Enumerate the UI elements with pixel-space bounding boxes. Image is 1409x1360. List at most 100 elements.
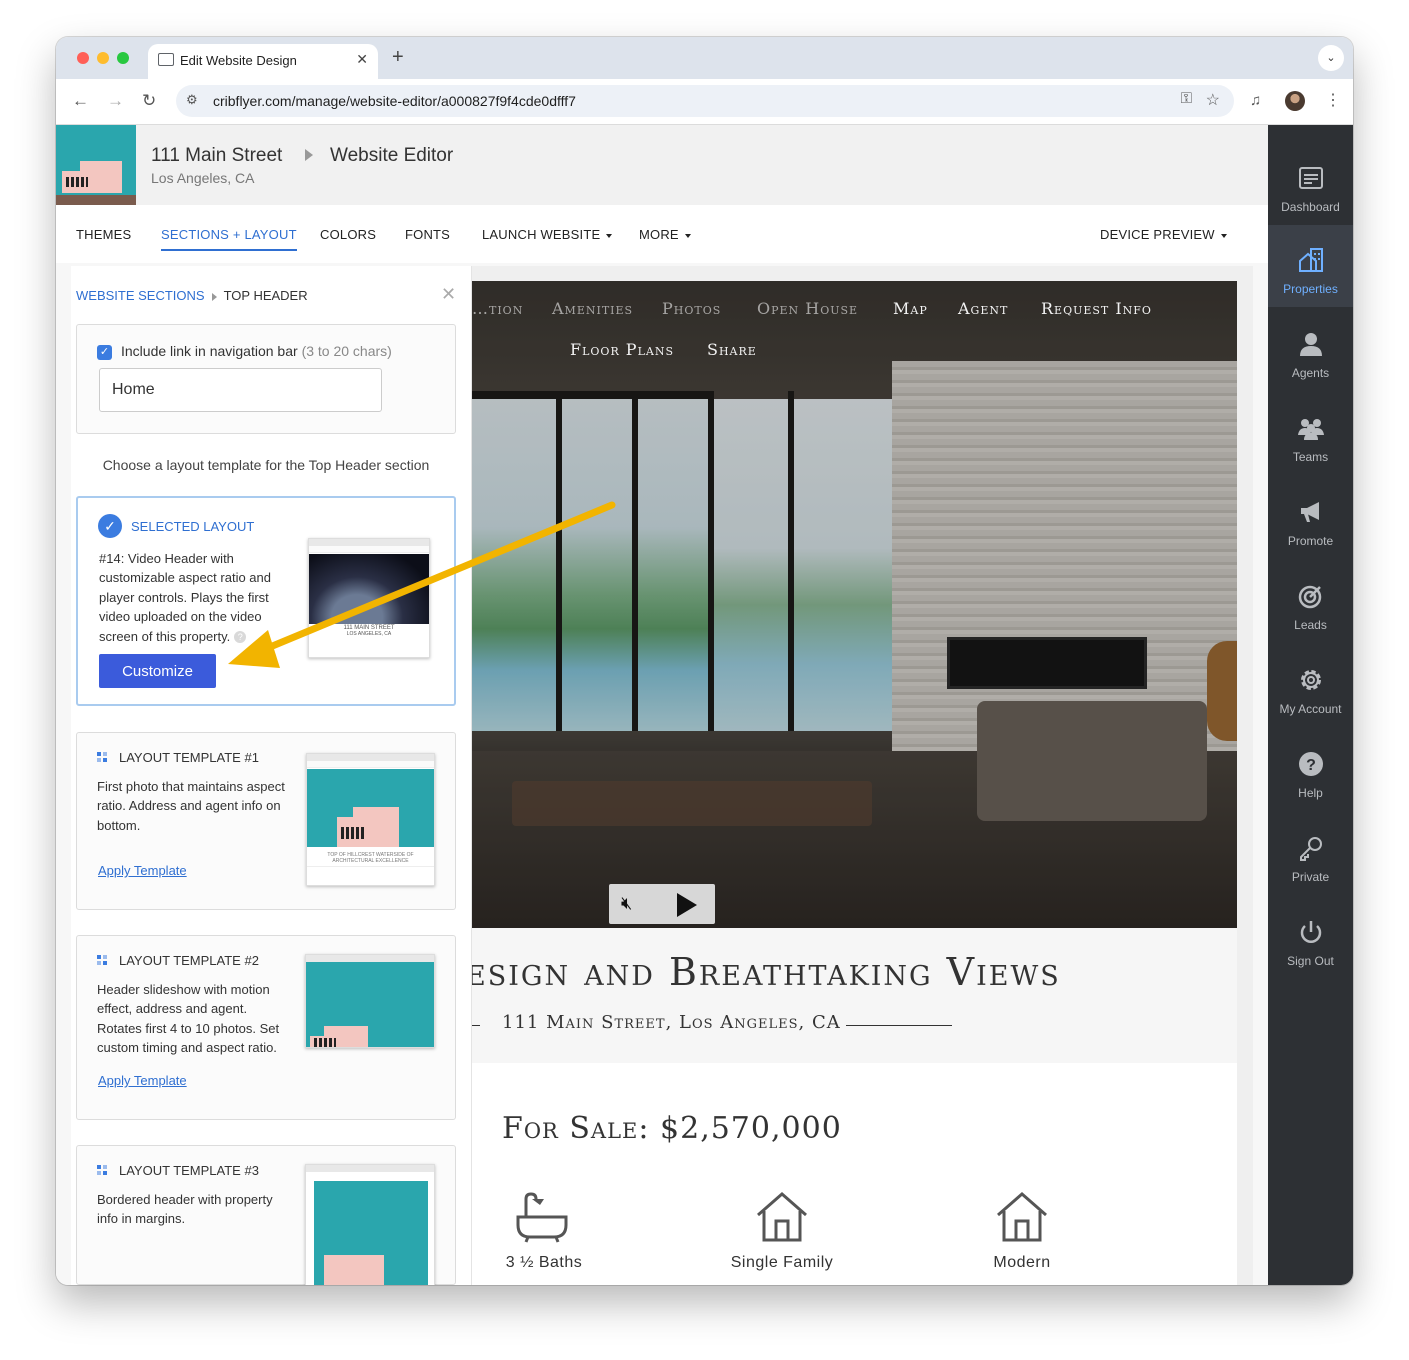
breadcrumb-arrow-icon <box>305 149 313 161</box>
breadcrumb-website-sections[interactable]: WEBSITE SECTIONS <box>76 288 205 303</box>
listing-price: For Sale: $2,570,000 <box>502 1111 842 1146</box>
close-window-button[interactable] <box>77 52 89 64</box>
forward-arrow-icon[interactable]: → <box>107 91 124 111</box>
thumb-house-windows <box>341 827 365 839</box>
apply-template-link[interactable]: Apply Template <box>98 863 187 878</box>
tab-more[interactable]: MORE <box>639 227 691 242</box>
reload-icon[interactable]: ↻ <box>142 91 156 111</box>
browser-tab[interactable]: Edit Website Design ✕ <box>148 44 378 79</box>
nav-link-checkbox-label[interactable]: Include link in navigation bar (3 to 20 … <box>121 343 392 359</box>
nav-link-hint: (3 to 20 chars) <box>301 343 392 359</box>
preview-nav-item[interactable]: Amenities <box>552 299 633 318</box>
apply-template-link[interactable]: Apply Template <box>98 1073 187 1088</box>
url-text[interactable]: cribflyer.com/manage/website-editor/a000… <box>213 93 576 109</box>
thumb-house-windows <box>66 177 88 187</box>
preview-nav-item[interactable]: Floor Plans <box>570 340 674 359</box>
sections-panel: WEBSITE SECTIONS TOP HEADER ✕ ✓ Include l… <box>71 266 472 1285</box>
panel-breadcrumb: WEBSITE SECTIONS TOP HEADER <box>76 288 308 303</box>
teams-icon <box>1298 419 1324 440</box>
hero-divider-left <box>472 1025 480 1026</box>
sidebar-item-sign-out[interactable]: Sign Out <box>1268 897 1353 979</box>
preview-nav-item[interactable]: Open House <box>757 299 858 318</box>
sidebar-item-label: My Account <box>1279 702 1342 716</box>
site-settings-icon[interactable]: ⚙ <box>186 92 198 108</box>
thumb-house-body <box>324 1255 384 1285</box>
nav-link-input[interactable] <box>99 368 382 412</box>
agent-icon <box>1300 333 1322 356</box>
device-preview-dropdown[interactable]: DEVICE PREVIEW <box>1100 227 1227 242</box>
browser-toolbar: ← → ↻ ⚙ cribflyer.com/manage/website-edi… <box>56 79 1353 125</box>
address-bar[interactable]: ⚙ cribflyer.com/manage/website-editor/a0… <box>176 85 1234 117</box>
page-header: 111 Main Street Website Editor Los Angel… <box>56 125 1268 205</box>
preview-nav-item[interactable]: …tion <box>472 299 523 318</box>
help-icon: ? <box>1299 752 1323 776</box>
hero-band: esign and Breathtaking Views 111 Main St… <box>472 928 1237 1063</box>
browser-menu-icon[interactable]: ⋮ <box>1325 90 1341 110</box>
media-control-icon[interactable]: ♫ <box>1250 92 1261 109</box>
new-tab-icon[interactable]: + <box>392 46 404 69</box>
customize-button[interactable]: Customize <box>99 654 216 688</box>
tab-launch-website[interactable]: LAUNCH WEBSITE <box>482 227 613 242</box>
house-icon <box>997 1192 1047 1242</box>
sidebar-item-private[interactable]: Private <box>1268 813 1353 895</box>
nav-link-checkbox[interactable]: ✓ <box>97 345 112 360</box>
play-icon[interactable] <box>677 893 697 917</box>
sidebar-item-label: Help <box>1298 786 1323 800</box>
tab-colors[interactable]: COLORS <box>320 227 376 242</box>
layout-template-description: Bordered header with property info in ma… <box>97 1192 273 1227</box>
help-icon[interactable]: ? <box>234 631 247 644</box>
back-arrow-icon[interactable]: ← <box>72 91 89 111</box>
sidebar-item-agents[interactable]: Agents <box>1268 309 1353 391</box>
tab-themes[interactable]: THEMES <box>76 227 131 242</box>
property-thumbnail[interactable] <box>56 125 136 205</box>
breadcrumb-separator-icon <box>211 292 217 301</box>
thumb-house-windows <box>314 1038 336 1047</box>
header-video[interactable]: …tion Amenities Photos Open House Map Ag… <box>472 281 1237 928</box>
profile-avatar[interactable] <box>1285 91 1305 111</box>
sidebar-item-dashboard[interactable]: Dashboard <box>1268 143 1353 225</box>
layout-template-3-card: LAYOUT TEMPLATE #3 Bordered header with … <box>76 1145 456 1285</box>
thumb-photo <box>307 769 434 847</box>
property-name[interactable]: 111 Main Street <box>151 145 282 167</box>
website-preview: …tion Amenities Photos Open House Map Ag… <box>472 281 1237 1285</box>
hero-address: 111 Main Street, Los Angeles, CA <box>502 1012 841 1033</box>
thumb-house-roof <box>324 1026 368 1036</box>
thumb-browser-bar <box>306 1165 434 1172</box>
mute-icon[interactable]: 🔇︎ <box>621 893 632 914</box>
maximize-window-button[interactable] <box>117 52 129 64</box>
password-key-icon[interactable]: ⚿ <box>1181 90 1192 107</box>
target-icon <box>1298 585 1322 609</box>
preview-nav-item[interactable]: Request Info <box>1041 299 1152 318</box>
tab-search-chevron-icon[interactable]: ⌄ <box>1318 45 1344 71</box>
sidebar-item-label: Properties <box>1283 282 1338 296</box>
breadcrumb-top-header: TOP HEADER <box>223 288 308 303</box>
layout-template-title: LAYOUT TEMPLATE #2 <box>119 953 259 968</box>
sidebar-item-help[interactable]: ? Help <box>1268 729 1353 811</box>
selected-layout-description-text: #14: Video Header with customizable aspe… <box>99 551 271 644</box>
sidebar-item-properties[interactable]: Properties <box>1268 225 1353 307</box>
close-panel-icon[interactable]: ✕ <box>441 284 456 305</box>
layout-grid-icon <box>97 955 107 966</box>
close-tab-icon[interactable]: ✕ <box>356 51 368 68</box>
layout-template-3-thumbnail <box>305 1164 435 1285</box>
page-title: Website Editor <box>330 145 454 166</box>
layout-grid-icon <box>97 1165 107 1176</box>
house-icon <box>757 1192 807 1242</box>
thumb-caption: TOP OF HILLCREST WATERSIDE OF ARCHITECTU… <box>327 852 414 864</box>
preview-nav-item[interactable]: Agent <box>958 299 1008 318</box>
caret-down-icon <box>1220 233 1227 238</box>
tab-fonts[interactable]: FONTS <box>405 227 450 242</box>
bookmark-star-icon[interactable]: ☆ <box>1206 90 1220 110</box>
preview-nav-item[interactable]: Share <box>707 340 757 359</box>
minimize-window-button[interactable] <box>97 52 109 64</box>
sidebar-item-promote[interactable]: Promote <box>1268 477 1353 559</box>
preview-nav-item[interactable]: Map <box>893 299 928 318</box>
video-shade <box>472 281 1237 928</box>
sidebar-item-teams[interactable]: Teams <box>1268 393 1353 475</box>
sidebar-item-my-account[interactable]: My Account <box>1268 645 1353 727</box>
preview-nav-item[interactable]: Photos <box>662 299 721 318</box>
sidebar-item-leads[interactable]: Leads <box>1268 561 1353 643</box>
thumb-slideshow <box>306 962 434 1047</box>
megaphone-icon <box>1301 502 1319 522</box>
tab-sections-layout[interactable]: SECTIONS + LAYOUT <box>161 227 297 251</box>
